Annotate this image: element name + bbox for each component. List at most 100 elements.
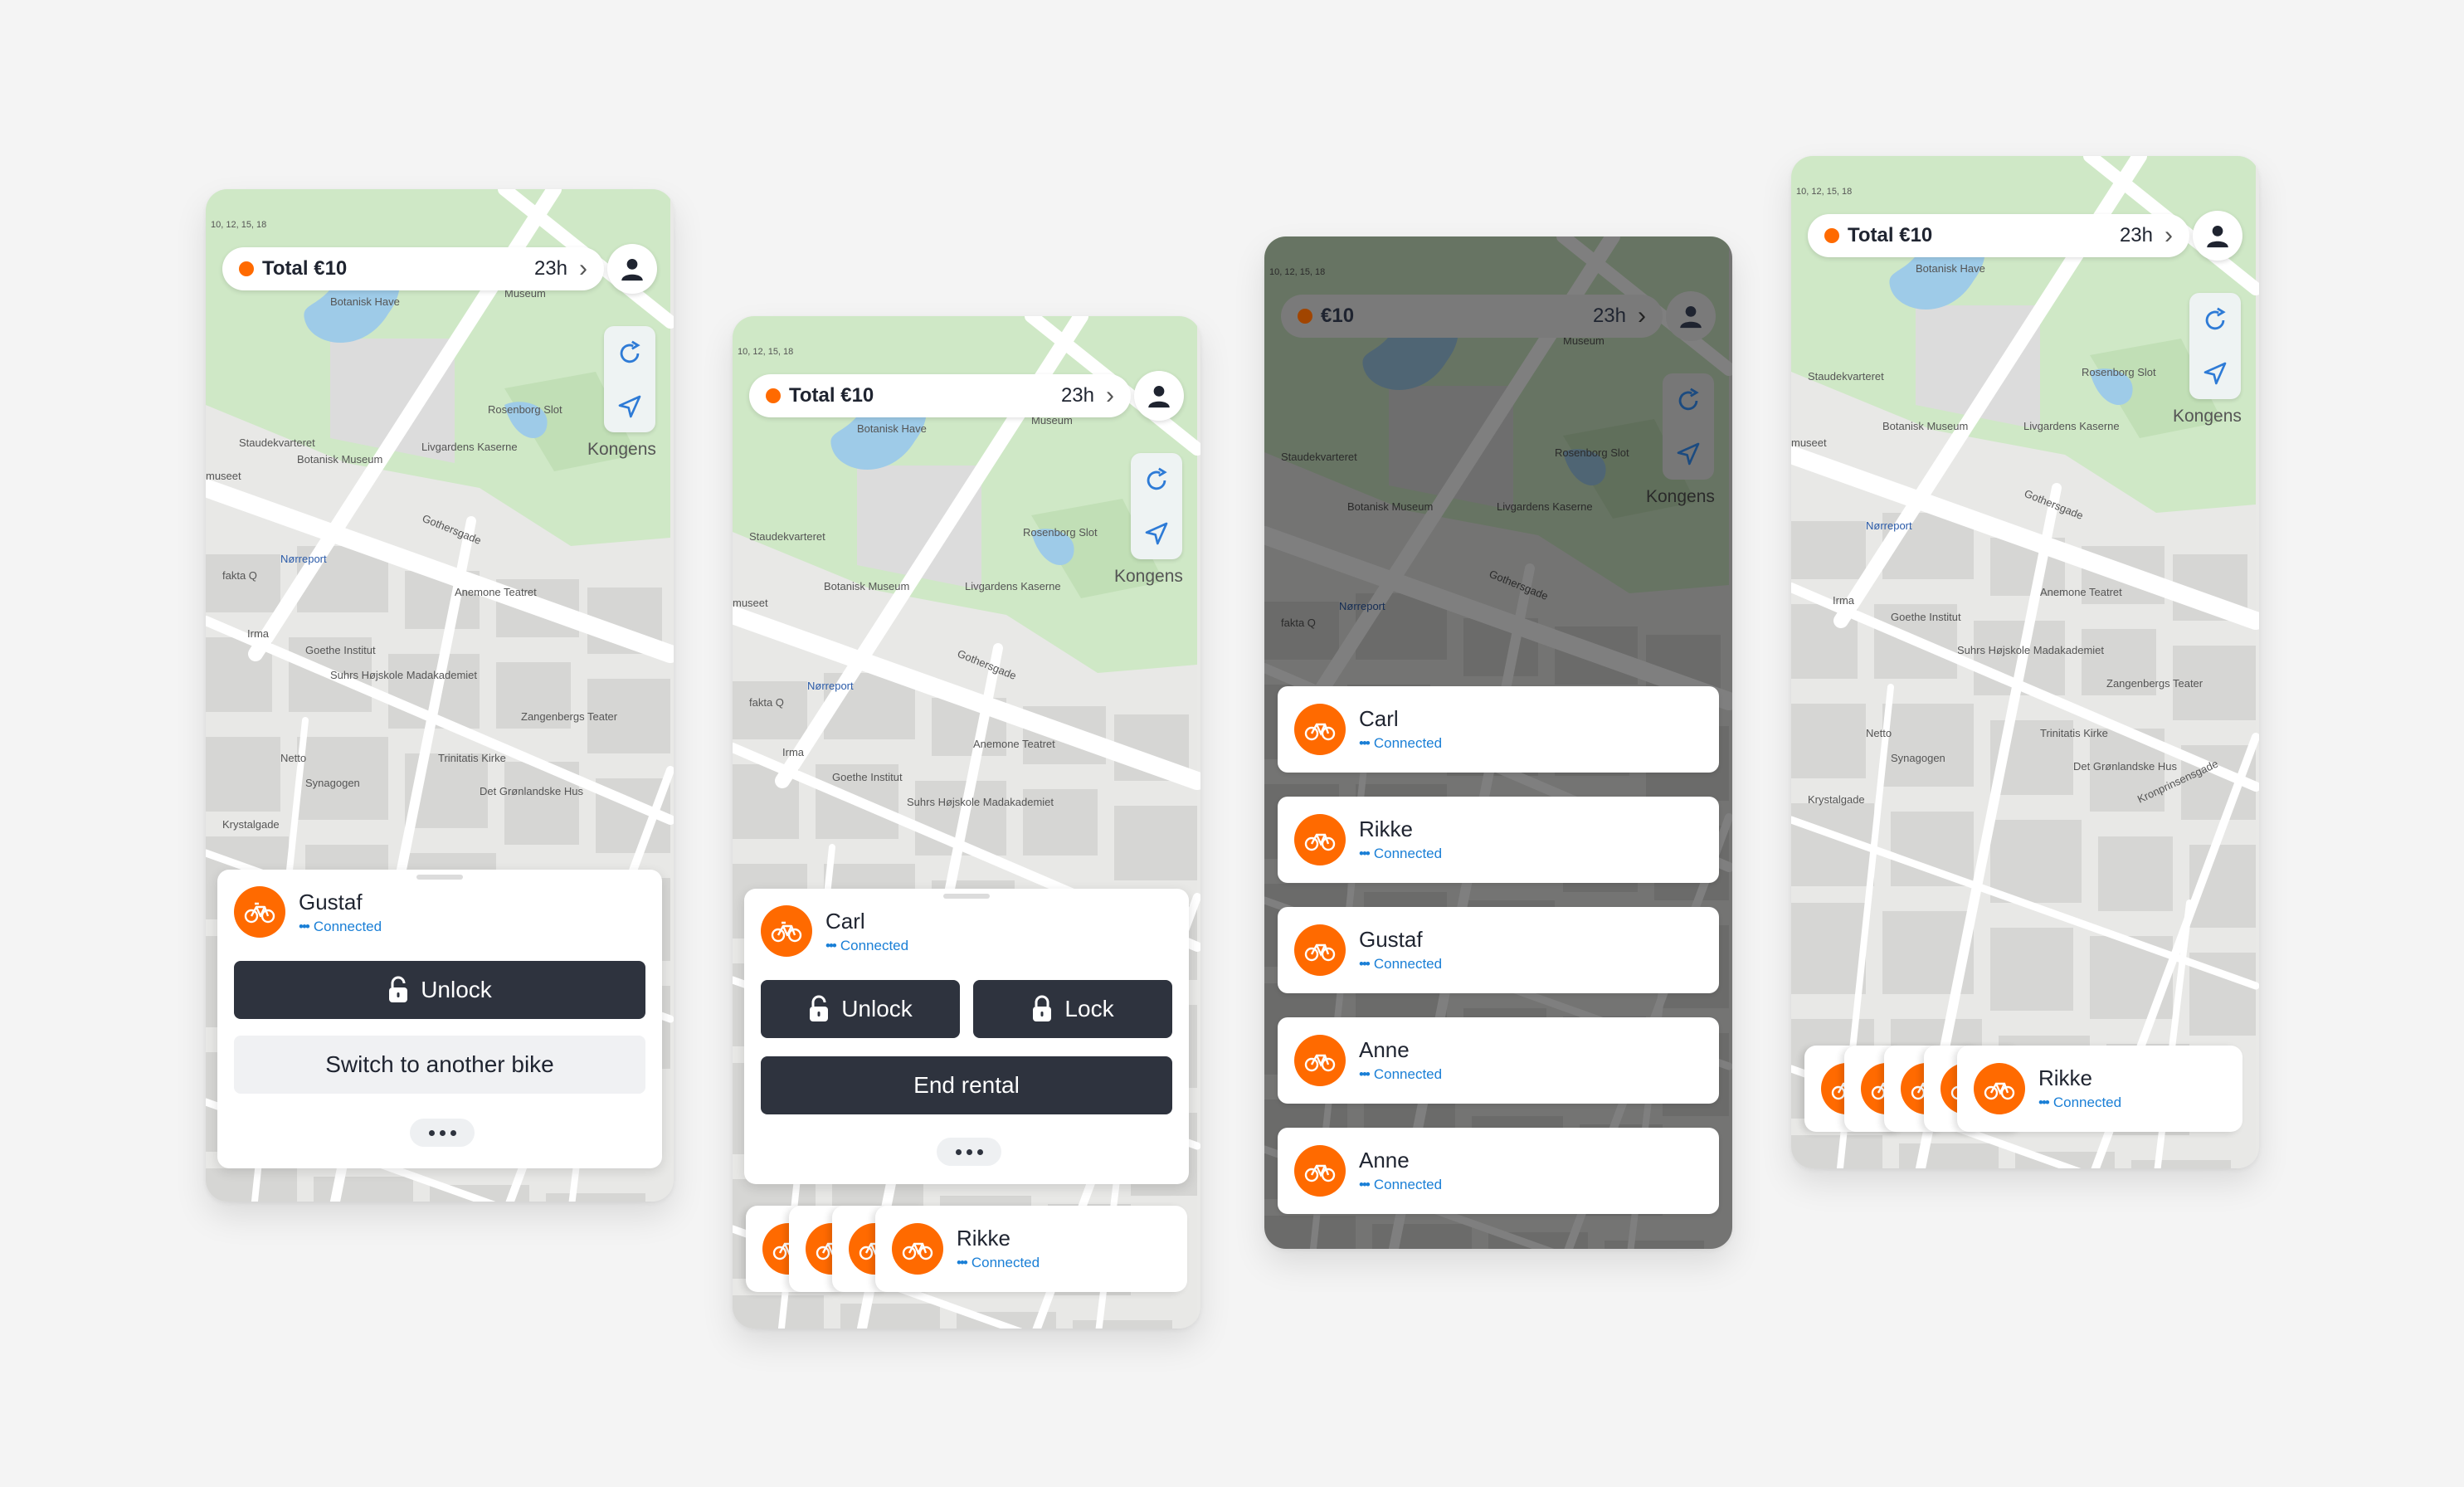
svg-text:Nørreport: Nørreport — [1866, 519, 1912, 532]
chevron-right-icon: › — [579, 255, 587, 282]
svg-text:museet: museet — [733, 597, 768, 609]
connection-dots-icon: ••• — [1359, 1066, 1371, 1082]
bike-row: Carl ••• Connected — [761, 905, 908, 957]
svg-text:Anemone Teatret: Anemone Teatret — [2040, 586, 2122, 598]
stacked-bike-card-front[interactable]: Rikke ••• Connected — [875, 1206, 1187, 1292]
svg-text:fakta Q: fakta Q — [749, 696, 784, 709]
svg-text:Anemone Teatret: Anemone Teatret — [973, 738, 1055, 750]
svg-text:Staudekvarteret: Staudekvarteret — [749, 530, 825, 543]
user-avatar-icon — [1680, 305, 1702, 329]
bike-sheet: Gustaf ••• Connected Unlock Switch to ano… — [217, 870, 662, 1168]
bike-name: Carl — [825, 908, 865, 934]
rental-total-pill[interactable]: Total €10 23h › — [749, 374, 1131, 417]
bike-list-item[interactable]: Carl ••• Connected — [1278, 686, 1719, 773]
phone-screen-2: 10, 12, 15, 18 Botanisk Have Museum Stau… — [733, 316, 1200, 1329]
bike-name: Rikke — [2038, 1065, 2093, 1090]
connection-status: ••• Connected — [1359, 956, 1443, 972]
lock-button[interactable]: Lock — [973, 980, 1172, 1038]
svg-text:Irma: Irma — [1833, 594, 1855, 607]
svg-text:Zangenbergs Teater: Zangenbergs Teater — [2106, 677, 2203, 690]
switch-bike-button[interactable]: Switch to another bike — [234, 1036, 645, 1094]
svg-text:Botanisk Have: Botanisk Have — [1916, 262, 1985, 275]
sheet-handle[interactable] — [416, 875, 463, 880]
navigation-arrow-icon[interactable] — [2202, 360, 2228, 387]
profile-button[interactable] — [607, 244, 657, 294]
profile-button[interactable] — [1134, 371, 1184, 421]
svg-text:Irma: Irma — [247, 627, 270, 640]
bike-name: Rikke — [957, 1226, 1011, 1251]
connection-dots-icon: ••• — [957, 1255, 968, 1270]
connection-dots-icon: ••• — [1359, 956, 1371, 972]
svg-text:museet: museet — [1791, 436, 1827, 449]
svg-text:Netto: Netto — [280, 752, 306, 764]
map-controls — [604, 326, 655, 432]
unlock-button[interactable]: Unlock — [234, 961, 645, 1019]
bike-list-item[interactable]: Anne ••• Connected — [1278, 1128, 1719, 1214]
chevron-right-icon: › — [1638, 302, 1646, 329]
bike-name: Rikke — [1359, 817, 1414, 841]
connection-status: ••• Connected — [1359, 1066, 1443, 1082]
time-remaining: 23h — [1060, 384, 1094, 407]
svg-text:Trinitatis Kirke: Trinitatis Kirke — [2040, 727, 2108, 739]
connection-status: ••• Connected — [1359, 735, 1443, 751]
svg-text:Rosenborg Slot: Rosenborg Slot — [1023, 526, 1098, 539]
svg-text:Krystalgade: Krystalgade — [1808, 793, 1865, 806]
svg-text:Livgardens Kaserne: Livgardens Kaserne — [965, 580, 1061, 592]
bicycle-icon — [1294, 1145, 1346, 1197]
connection-status: ••• Connected — [1359, 846, 1443, 861]
end-rental-button[interactable]: End rental — [761, 1056, 1172, 1114]
refresh-icon[interactable] — [1674, 387, 1702, 415]
profile-button[interactable] — [1666, 291, 1716, 341]
bike-list-item[interactable]: Rikke ••• Connected — [1278, 797, 1719, 883]
navigation-arrow-icon[interactable] — [1675, 441, 1702, 467]
map-controls — [2189, 293, 2241, 399]
refresh-icon[interactable] — [1142, 466, 1171, 495]
refresh-icon[interactable] — [2201, 306, 2229, 334]
total-label: Total €10 — [1848, 224, 1933, 246]
navigation-arrow-icon[interactable] — [616, 393, 643, 420]
svg-text:fakta Q: fakta Q — [222, 569, 257, 582]
svg-text:Botanisk Have: Botanisk Have — [857, 422, 927, 435]
connection-dots-icon: ••• — [1359, 1177, 1371, 1192]
user-avatar-icon — [2207, 225, 2228, 248]
svg-text:Botanisk Have: Botanisk Have — [330, 295, 400, 308]
svg-text:Botanisk Museum: Botanisk Museum — [297, 453, 382, 466]
status-dot-icon — [239, 261, 254, 276]
unlock-button[interactable]: Unlock — [761, 980, 960, 1038]
bicycle-icon — [234, 886, 285, 938]
svg-text:Botanisk Museum: Botanisk Museum — [1882, 420, 1968, 432]
user-avatar-icon — [1148, 385, 1170, 408]
svg-text:Goethe Institut: Goethe Institut — [832, 771, 903, 783]
svg-text:Livgardens Kaserne: Livgardens Kaserne — [2023, 420, 2120, 432]
svg-text:Kongens: Kongens — [1114, 567, 1183, 586]
rental-total-pill[interactable]: Total €10 23h › — [1808, 214, 2189, 257]
svg-text:Suhrs Højskole Madakademiet: Suhrs Højskole Madakademiet — [907, 796, 1054, 808]
chevron-right-icon: › — [2165, 222, 2173, 249]
map-controls — [1663, 373, 1714, 480]
status-dot-icon — [766, 388, 781, 403]
time-remaining: 23h — [533, 257, 567, 280]
profile-button[interactable] — [2193, 211, 2242, 261]
svg-text:Trinitatis Kirke: Trinitatis Kirke — [438, 752, 506, 764]
connection-status: ••• Connected — [2038, 1095, 2122, 1110]
svg-text:Livgardens Kaserne: Livgardens Kaserne — [421, 441, 518, 453]
svg-text:museet: museet — [206, 470, 241, 482]
connection-status: ••• Connected — [299, 918, 382, 934]
svg-text:Zangenbergs Teater: Zangenbergs Teater — [521, 710, 618, 723]
bike-name: Gustaf — [299, 889, 363, 914]
bike-list-item[interactable]: Gustaf ••• Connected — [1278, 907, 1719, 993]
refresh-icon[interactable] — [616, 339, 644, 368]
more-options-button[interactable] — [410, 1119, 475, 1147]
more-options-button[interactable] — [937, 1138, 1001, 1166]
bike-list-item[interactable]: Anne ••• Connected — [1278, 1017, 1719, 1104]
bike-sheet: Carl ••• Connected Unlock Lock End rental — [744, 889, 1189, 1184]
svg-text:Staudekvarteret: Staudekvarteret — [1808, 370, 1884, 383]
time-remaining: 23h — [2119, 224, 2153, 246]
bicycle-icon — [1974, 1063, 2025, 1114]
svg-text:Synagogen: Synagogen — [1891, 752, 1945, 764]
rental-total-pill[interactable]: €10 23h › — [1281, 295, 1663, 338]
navigation-arrow-icon[interactable] — [1143, 520, 1170, 547]
stacked-bike-card-front[interactable]: Rikke ••• Connected — [1957, 1046, 2242, 1132]
rental-total-pill[interactable]: Total €10 23h › — [222, 247, 604, 290]
sheet-handle[interactable] — [943, 894, 990, 899]
